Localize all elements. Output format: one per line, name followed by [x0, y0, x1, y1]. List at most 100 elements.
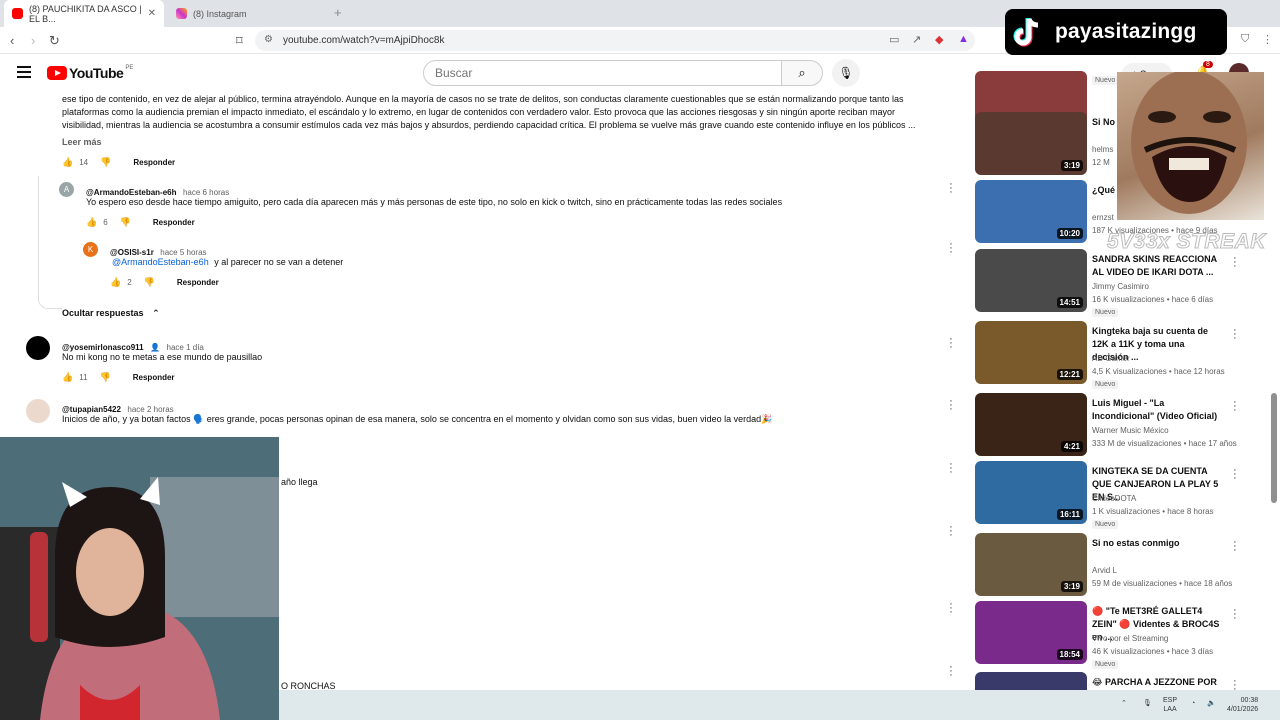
menu-icon[interactable]: ⋮: [1262, 33, 1273, 46]
reply-actions: 👍 2 👎 Responder: [110, 277, 219, 288]
share-icon[interactable]: ↗: [912, 33, 921, 46]
mention-link[interactable]: @ArmandoEsteban-e6h: [112, 257, 209, 267]
more-actions-icon[interactable]: · · ·: [1233, 325, 1237, 344]
video-title[interactable]: SANDRA SKINS REACCIONA AL VIDEO DE IKARI…: [1092, 253, 1220, 279]
volume-icon[interactable]: 🔈: [1207, 699, 1216, 708]
video-channel[interactable]: ClideoDOTA: [1092, 494, 1136, 503]
reply-button[interactable]: Responder: [177, 278, 219, 287]
dislike-icon[interactable]: 👎: [120, 217, 131, 228]
new-badge: Nuevo: [1092, 308, 1119, 317]
like-icon[interactable]: 👍: [62, 372, 73, 383]
avatar[interactable]: [26, 399, 50, 423]
more-actions-icon[interactable]: · · ·: [1233, 397, 1237, 416]
chevron-up-icon[interactable]: ⌃: [1121, 699, 1127, 708]
like-count: 6: [103, 218, 108, 227]
recommended-video[interactable]: 18:54 🔴 "Te MET3RÉ GALLET4 ZEIN" 🔴 Vident…: [975, 601, 1265, 669]
avatar[interactable]: [26, 336, 50, 360]
video-thumbnail[interactable]: 10:20: [975, 180, 1087, 243]
video-channel[interactable]: Vivo por el Streaming: [1092, 634, 1168, 643]
avatar[interactable]: A: [59, 182, 74, 197]
read-more-link[interactable]: Leer más: [62, 137, 102, 147]
recommended-video[interactable]: 14:51 SANDRA SKINS REACCIONA AL VIDEO DE …: [975, 249, 1265, 317]
video-thumbnail[interactable]: 16:11: [975, 461, 1087, 524]
wifi-icon[interactable]: ◔: [1191, 699, 1195, 708]
video-meta: 333 M de visualizaciones • hace 17 años: [1092, 439, 1237, 448]
recommended-video[interactable]: 16:11 KINGTEKA SE DA CUENTA QUE CANJEARON…: [975, 461, 1265, 529]
like-icon[interactable]: 👍: [62, 157, 73, 168]
close-icon[interactable]: ✕: [148, 8, 156, 19]
more-actions-icon[interactable]: · · ·: [947, 334, 955, 353]
more-actions-icon[interactable]: · · ·: [947, 239, 955, 258]
tab-title: (8) PAUCHIKITA DA ASCO | EL B...: [29, 3, 142, 24]
dislike-icon[interactable]: 👎: [100, 372, 111, 383]
comment-text: No mi kong no te metas a ese mundo de pa…: [62, 352, 263, 362]
language-indicator[interactable]: ESP LAA: [1163, 696, 1177, 714]
bookmark-icon[interactable]: ⌑: [236, 33, 243, 49]
more-actions-icon[interactable]: · · ·: [1233, 253, 1237, 272]
microphone-icon[interactable]: 🎙: [1143, 699, 1152, 708]
tab-instagram[interactable]: (8) Instagram: [168, 0, 328, 27]
voice-search-button[interactable]: 🎙: [832, 59, 860, 87]
streak-text: 5V33x STREAK: [1107, 230, 1266, 254]
hide-replies-button[interactable]: Ocultar respuestas ⌃: [62, 308, 160, 319]
tab-youtube[interactable]: (8) PAUCHIKITA DA ASCO | EL B... ✕: [4, 0, 164, 27]
reply-button[interactable]: Responder: [153, 218, 195, 227]
youtube-logo[interactable]: YouTube PE: [47, 65, 133, 81]
video-title[interactable]: Si no estas conmigo: [1092, 537, 1220, 550]
clock[interactable]: 00:38 4/01/2026: [1227, 696, 1258, 714]
reply-text: @ArmandoEsteban-e6h y al parecer no se v…: [112, 256, 343, 269]
cast-icon[interactable]: ▭: [889, 33, 899, 46]
video-channel[interactable]: AD Gamer: [1092, 354, 1130, 363]
more-actions-icon[interactable]: · · ·: [1233, 465, 1237, 484]
more-actions-icon[interactable]: · · ·: [1233, 537, 1237, 556]
like-icon[interactable]: 👍: [110, 277, 121, 288]
more-actions-icon[interactable]: · · ·: [947, 522, 955, 541]
reply-body: y al parecer no se van a detener: [214, 257, 344, 267]
recommended-video[interactable]: 12:21 Kingteka baja su cuenta de 12K a 11…: [975, 321, 1265, 389]
video-title[interactable]: Luis Miguel - "La Incondicional" (Video …: [1092, 397, 1220, 423]
tiktok-username: payasitazingg: [1055, 20, 1197, 43]
extension-icon[interactable]: ◆: [935, 33, 943, 46]
video-channel[interactable]: Jimmy Casimiro: [1092, 282, 1149, 291]
more-actions-icon[interactable]: · · ·: [947, 459, 955, 478]
reply-button[interactable]: Responder: [133, 373, 175, 382]
recommended-video[interactable]: 4:21 Luis Miguel - "La Incondicional" (Vi…: [975, 393, 1265, 457]
reload-icon[interactable]: ↻: [49, 33, 60, 49]
video-channel[interactable]: helms: [1092, 145, 1113, 154]
new-tab-button[interactable]: +: [334, 5, 342, 20]
video-channel[interactable]: ernzst: [1092, 213, 1114, 222]
search-input[interactable]: [424, 61, 781, 85]
more-actions-icon[interactable]: · · ·: [947, 179, 955, 198]
shield-icon[interactable]: ⛉: [1241, 33, 1249, 46]
video-channel[interactable]: Arvid L: [1092, 566, 1117, 575]
vpn-icon[interactable]: ▲: [958, 33, 969, 45]
video-duration: 12:21: [1056, 369, 1083, 380]
video-thumbnail[interactable]: 4:21: [975, 393, 1087, 456]
more-actions-icon[interactable]: · · ·: [947, 662, 955, 681]
back-icon[interactable]: ‹: [10, 33, 14, 48]
more-actions-icon[interactable]: · · ·: [947, 599, 955, 618]
reply-button[interactable]: Responder: [133, 158, 175, 167]
video-thumbnail[interactable]: 14:51: [975, 249, 1087, 312]
recommended-video[interactable]: 3:19 Si no estas conmigo Arvid L 59 M de vi…: [975, 533, 1265, 597]
avatar[interactable]: K: [83, 242, 98, 257]
site-info-icon[interactable]: ⚙: [264, 34, 273, 45]
video-thumbnail[interactable]: 3:19: [975, 533, 1087, 596]
more-actions-icon[interactable]: · · ·: [947, 396, 955, 415]
video-thumbnail[interactable]: 12:21: [975, 321, 1087, 384]
hamburger-menu-icon[interactable]: [17, 66, 31, 81]
like-icon[interactable]: 👍: [86, 217, 97, 228]
country-code: PE: [125, 65, 134, 71]
url-text: youtube.com/watch?v=mAjpiDhoc8k: [283, 35, 445, 46]
dislike-icon[interactable]: 👎: [100, 157, 111, 168]
scrollbar[interactable]: [1271, 393, 1277, 503]
forward-icon[interactable]: ›: [31, 33, 35, 48]
video-title[interactable]: 😂 PARCHA A JEZZONE POR: [1092, 676, 1220, 689]
video-thumbnail[interactable]: 3:19: [975, 112, 1087, 175]
search-button[interactable]: ⌕: [781, 60, 823, 86]
video-thumbnail[interactable]: 18:54: [975, 601, 1087, 664]
dislike-icon[interactable]: 👎: [144, 277, 155, 288]
address-bar[interactable]: ⚙ youtube.com/watch?v=mAjpiDhoc8k: [255, 30, 975, 51]
more-actions-icon[interactable]: · · ·: [1233, 605, 1237, 624]
video-channel[interactable]: Warner Music México: [1092, 426, 1169, 435]
